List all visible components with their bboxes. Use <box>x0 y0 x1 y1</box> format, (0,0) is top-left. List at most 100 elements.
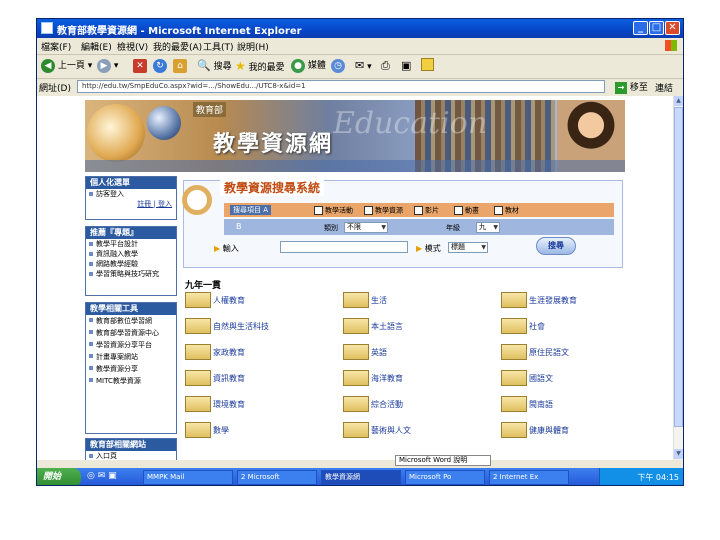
checkbox-option[interactable]: 教學活動 <box>314 206 353 216</box>
register-login-links[interactable]: 註冊 | 登入 <box>86 199 176 209</box>
messenger-button[interactable] <box>421 58 434 74</box>
subject-item[interactable]: 閩南語 <box>501 396 553 412</box>
edit-button[interactable]: ▣ <box>401 58 411 74</box>
menu-view[interactable]: 檢視(V) <box>117 40 148 53</box>
subject-item[interactable]: 海洋教育 <box>343 370 403 386</box>
subject-item[interactable]: 環境教育 <box>185 396 245 412</box>
ministry-tag[interactable]: 教育部 <box>193 102 227 117</box>
subject-item[interactable]: 生涯發展教育 <box>501 292 577 308</box>
subject-item[interactable]: 英語 <box>343 344 387 360</box>
checkbox-box[interactable] <box>314 206 323 215</box>
search-submit-button[interactable]: 搜尋 <box>536 237 576 255</box>
checkbox-option[interactable]: 教學資源 <box>364 206 403 216</box>
minimize-button[interactable]: _ <box>633 21 648 35</box>
favorites-button[interactable]: ★ 我的最愛 <box>235 58 285 74</box>
home-button[interactable]: ⌂ <box>173 58 187 74</box>
mail-button[interactable]: ✉ ▾ <box>355 58 372 74</box>
vertical-scrollbar[interactable]: ▲ ▼ <box>673 96 683 460</box>
media-button[interactable]: ● 媒體 <box>291 58 326 74</box>
subject-item[interactable]: 人權教育 <box>185 292 245 308</box>
address-input[interactable]: http://edu.tw/SmpEduCo.aspx?wid=.../Show… <box>77 80 605 93</box>
search-button[interactable]: 🔍 搜尋 <box>197 58 232 74</box>
other-site-item[interactable]: 入口頁 <box>86 451 176 460</box>
related-item[interactable]: 教育部學習資源中心 <box>86 327 176 339</box>
related-item[interactable]: 計畫專案網站 <box>86 351 176 363</box>
menu-edit[interactable]: 編輯(E) <box>81 40 112 53</box>
topic-item[interactable]: 學習策略與技巧研究 <box>86 269 176 279</box>
personal-menu-item[interactable]: 訪客登入 <box>86 189 176 199</box>
taskbar-item[interactable]: 2 Microsoft <box>237 470 317 485</box>
subject-item[interactable]: 原住民語文 <box>501 344 569 360</box>
tray-clock[interactable]: 下午 04:15 <box>637 473 679 482</box>
back-button[interactable]: ◀ 上一頁 ▾ <box>41 58 92 74</box>
menu-tools[interactable]: 工具(T) <box>203 40 234 53</box>
checkbox-option[interactable]: 教材 <box>494 206 519 216</box>
category-label: 類別 <box>324 224 338 232</box>
related-item[interactable]: 教學資源分享 <box>86 363 176 375</box>
subject-item[interactable]: 本土語言 <box>343 318 403 334</box>
title-bar[interactable]: 教育部教學資源網 - Microsoft Internet Explorer _… <box>37 19 683 38</box>
checkbox-label: 教學資源 <box>375 206 403 215</box>
scroll-thumb[interactable] <box>674 107 683 427</box>
taskbar-item[interactable]: Microsoft Po <box>405 470 485 485</box>
subject-label: 家政教育 <box>213 347 245 357</box>
close-button[interactable]: ✕ <box>665 21 680 35</box>
subject-item[interactable]: 健康與體育 <box>501 422 569 438</box>
related-item[interactable]: MITC教學資源 <box>86 375 176 387</box>
stop-button[interactable]: ✕ <box>133 58 147 74</box>
folder-icon <box>185 344 211 360</box>
maximize-button[interactable]: □ <box>649 21 664 35</box>
menu-file[interactable]: 檔案(F) <box>41 40 71 53</box>
quicklaunch-icons[interactable]: ◎ ✉ ▣ <box>87 471 117 481</box>
subject-label: 閩南語 <box>529 399 553 409</box>
taskbar-item[interactable]: 2 Internet Ex <box>489 470 569 485</box>
checkbox-label: 教材 <box>505 206 519 215</box>
subject-item[interactable]: 綜合活動 <box>343 396 403 412</box>
grade-select[interactable]: 九 <box>476 222 500 233</box>
grade-title: 九年一貫 <box>185 281 222 291</box>
links-label[interactable]: 連結 <box>655 81 673 94</box>
go-button[interactable]: → 移至 <box>615 80 648 94</box>
folder-icon <box>343 292 369 308</box>
scroll-up-icon[interactable]: ▲ <box>674 96 683 106</box>
checkbox-box[interactable] <box>364 206 373 215</box>
checkbox-option[interactable]: 影片 <box>414 206 439 216</box>
subject-item[interactable]: 數學 <box>185 422 229 438</box>
history-button[interactable]: ◷ <box>331 58 345 74</box>
subject-item[interactable]: 國語文 <box>501 370 553 386</box>
checkbox-box[interactable] <box>414 206 423 215</box>
forward-button[interactable]: ▶ ▾ <box>97 58 118 74</box>
category-select[interactable]: 不限 <box>344 222 388 233</box>
subject-item[interactable]: 藝術與人文 <box>343 422 411 438</box>
checkbox-option[interactable]: 動畫 <box>454 206 479 216</box>
taskbar-item[interactable]: MMPK Mail <box>143 470 233 485</box>
related-item[interactable]: 學習資源分享平台 <box>86 339 176 351</box>
related-item[interactable]: 教育部數位學習網 <box>86 315 176 327</box>
topic-item[interactable]: 網路教學經驗 <box>86 259 176 269</box>
scroll-down-icon[interactable]: ▼ <box>674 449 683 459</box>
checkbox-box[interactable] <box>494 206 503 215</box>
taskbar: 開始 ◎ ✉ ▣ MMPK Mail 2 Microsoft 教學資源網 Mic… <box>37 468 683 485</box>
keyword-input[interactable] <box>280 241 408 253</box>
banner-stripe <box>85 160 625 172</box>
subject-item[interactable]: 家政教育 <box>185 344 245 360</box>
menu-favorites[interactable]: 我的最愛(A) <box>153 40 202 53</box>
topic-item[interactable]: 資訊融入教學 <box>86 249 176 259</box>
taskbar-item[interactable]: 教學資源網 <box>321 470 401 485</box>
checkbox-box[interactable] <box>454 206 463 215</box>
media-label: 媒體 <box>307 61 326 71</box>
subject-item[interactable]: 社會 <box>501 318 545 334</box>
print-button[interactable]: ⎙ <box>381 58 390 74</box>
menu-help[interactable]: 說明(H) <box>237 40 269 53</box>
search-title: 教學資源搜尋系統 <box>220 179 325 196</box>
folder-icon <box>343 422 369 438</box>
subject-item[interactable]: 自然與生活科技 <box>185 318 269 334</box>
start-button[interactable]: 開始 <box>37 468 81 485</box>
refresh-button[interactable]: ↻ <box>153 58 167 74</box>
edit-icon: ▣ <box>401 59 412 72</box>
subject-item[interactable]: 資訊教育 <box>185 370 245 386</box>
subject-item[interactable]: 生活 <box>343 292 387 308</box>
personal-menu-header: 個人化選單 <box>86 177 176 189</box>
topic-item[interactable]: 教學平台設計 <box>86 239 176 249</box>
mode-select[interactable]: 標題 <box>448 242 488 253</box>
